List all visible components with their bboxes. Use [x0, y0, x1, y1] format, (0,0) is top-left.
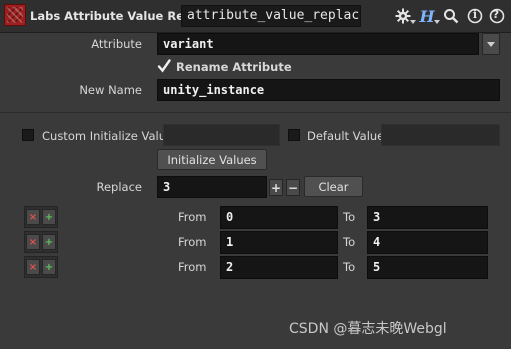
default-value-checkbox[interactable]	[288, 129, 300, 141]
add-instance-button[interactable]: +	[269, 179, 283, 196]
new-name-label: New Name	[79, 83, 142, 97]
replace-label: Replace	[96, 180, 143, 194]
to-label: To	[343, 235, 356, 249]
help-dropdown-arrow[interactable]	[434, 20, 440, 24]
to-value-field[interactable]: 5	[367, 256, 488, 279]
default-value-field[interactable]	[381, 124, 500, 146]
remove-instance-button[interactable]: −	[286, 179, 300, 196]
separator	[0, 112, 511, 113]
attribute-label: Attribute	[91, 37, 142, 51]
from-value-field[interactable]: 0	[220, 206, 338, 229]
gear-dropdown-arrow[interactable]	[410, 20, 416, 24]
clear-button[interactable]: Clear	[304, 176, 363, 197]
node-type-icon[interactable]	[4, 4, 26, 26]
initialize-values-button[interactable]: Initialize Values	[157, 149, 267, 170]
row-button-group: × +	[24, 206, 58, 228]
row-button-group: × +	[24, 256, 58, 278]
insert-row-button[interactable]: +	[42, 259, 56, 275]
from-value-field[interactable]: 2	[220, 256, 338, 279]
from-label: From	[178, 210, 207, 224]
checkmark-icon	[157, 59, 171, 73]
row-button-group: × +	[24, 231, 58, 253]
chevron-down-icon	[487, 41, 495, 47]
custom-initialize-checkbox[interactable]	[22, 129, 34, 141]
remove-row-button[interactable]: ×	[26, 234, 40, 250]
to-value-field[interactable]: 4	[367, 231, 488, 254]
custom-initialize-field[interactable]	[163, 124, 280, 146]
from-label: From	[178, 260, 207, 274]
to-value-field[interactable]: 3	[367, 206, 488, 229]
rename-attribute-label: Rename Attribute	[176, 60, 292, 74]
watermark: CSDN @暮志未晚Webgl	[289, 321, 447, 337]
new-name-field[interactable]: unity_instance	[157, 79, 500, 101]
rename-attribute-checkbox[interactable]	[157, 59, 171, 73]
remove-row-button[interactable]: ×	[26, 259, 40, 275]
help-glyph: ?	[492, 8, 500, 21]
from-value-field[interactable]: 1	[220, 231, 338, 254]
attribute-menu-button[interactable]	[482, 33, 500, 55]
insert-row-button[interactable]: +	[42, 209, 56, 225]
replace-count-field[interactable]: 3	[157, 176, 267, 198]
info-glyph: i	[472, 8, 478, 21]
default-value-label: Default Value	[307, 129, 385, 143]
attribute-field[interactable]: variant	[157, 33, 479, 55]
search-icon[interactable]	[442, 7, 460, 25]
remove-row-button[interactable]: ×	[26, 209, 40, 225]
from-label: From	[178, 235, 207, 249]
insert-row-button[interactable]: +	[42, 234, 56, 250]
custom-initialize-label: Custom Initialize Value	[42, 129, 174, 143]
node-name-field[interactable]: attribute_value_replace1	[181, 5, 361, 27]
to-label: To	[343, 260, 356, 274]
to-label: To	[343, 210, 356, 224]
